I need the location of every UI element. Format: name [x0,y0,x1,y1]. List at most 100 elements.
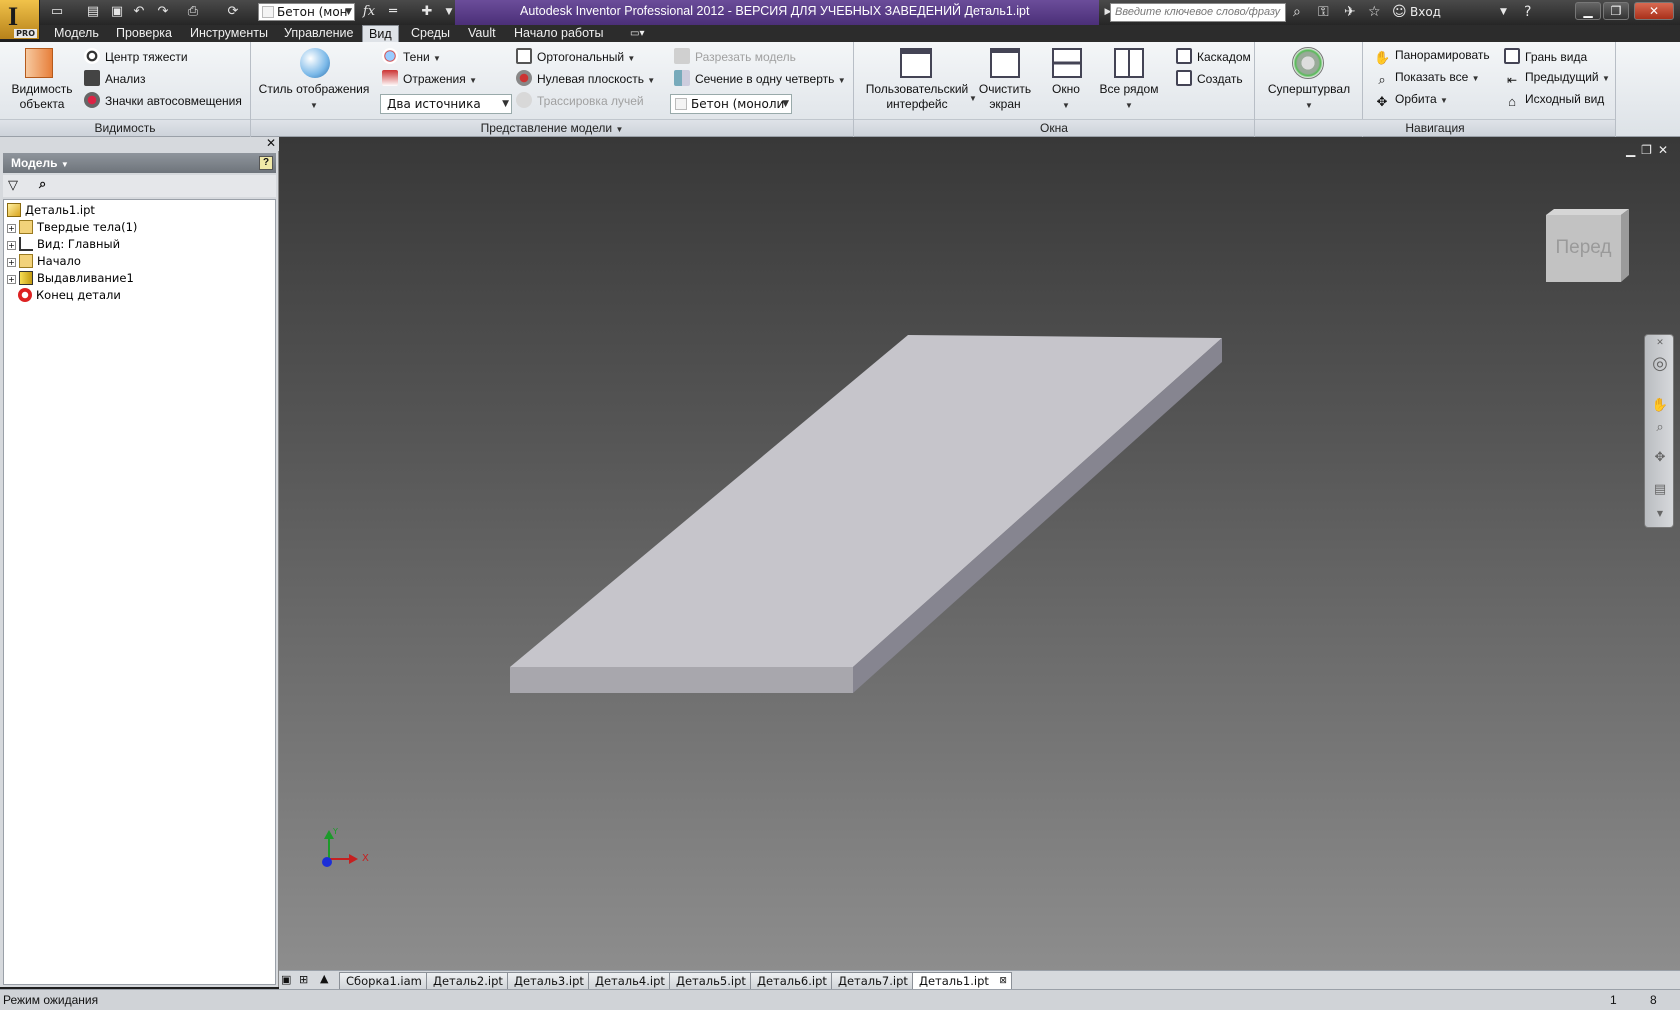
close-icon[interactable]: ✕ [1651,334,1669,352]
tab-inspect[interactable]: Проверка [114,25,174,42]
autodrop-icons-button[interactable]: Значки автосовмещения [84,92,242,108]
communication-icon[interactable]: ✈ [1344,4,1356,20]
shadows-button[interactable]: Тени ▼ [382,48,441,64]
model-plate[interactable] [279,137,1680,970]
binoculars-icon[interactable]: ⌕ [39,177,46,192]
cascade-windows-icon[interactable]: ▣ [281,973,291,986]
tab-vault[interactable]: Vault [466,25,498,42]
doc-tab[interactable]: Деталь2.ipt [426,972,510,989]
tree-node-origin[interactable]: + Начало [7,253,81,270]
customize-navbar-icon[interactable]: ▼ [1651,505,1669,523]
quarter-section-button[interactable]: Сечение в одну четверть ▼ [674,70,846,86]
tab-environments[interactable]: Среды [409,25,452,42]
previous-view-button[interactable]: ⇤ Предыдущий ▼ [1504,70,1610,88]
tree-node-solid-bodies[interactable]: + Твердые тела(1) [7,219,137,236]
steering-wheel-button[interactable]: Суперштурвал ▼ [1262,46,1356,118]
graphics-viewport[interactable]: ▁❐✕ Перед ✕ ◎ ✋ ⌕ ✥ ▤ ▼ X Y [279,137,1680,970]
expand-icon[interactable]: + [7,224,16,233]
visual-style-button[interactable]: Стиль отображения ▼ [256,46,372,118]
doc-tab[interactable]: Деталь3.ipt [507,972,591,989]
expand-icon[interactable]: + [7,241,16,250]
tab-view[interactable]: Вид [362,25,399,42]
close-button[interactable]: ✕ [1634,2,1674,20]
doc-tab-active[interactable]: Деталь1.ipt ⊠ [912,972,1012,989]
user-icon[interactable]: ☺ [1392,4,1407,20]
tree-node-end-of-part[interactable]: Конец детали [18,287,121,304]
chevron-up-icon[interactable]: ▲ [320,972,328,985]
close-icon[interactable]: ✕ [266,136,276,150]
help-icon[interactable]: ? [1524,4,1531,20]
expand-icon[interactable]: + [7,275,16,284]
tile-windows-icon[interactable]: ⊞ [299,973,308,986]
doc-tab[interactable]: Деталь6.ipt [750,972,834,989]
redo-icon[interactable]: ↷ [154,4,172,20]
subscription-icon[interactable]: ⚿ [1318,4,1329,20]
half-section-button[interactable]: Разрезать модель [674,48,796,64]
new-window-button[interactable]: Создать [1176,70,1243,86]
restore-button[interactable]: ❐ [1603,2,1629,20]
filter-icon[interactable]: ▽ [8,178,18,193]
favorites-icon[interactable]: ☆ [1368,4,1381,20]
search-input[interactable]: Введите ключевое слово/фразу [1110,3,1286,22]
analysis-button[interactable]: Анализ [84,70,146,86]
browser-header[interactable]: Модель ▼ ? [3,153,276,173]
appearance-dropdown[interactable]: Бетон (моноли ▼ [670,94,792,114]
pan-hand-icon[interactable]: ✋ [1651,397,1669,415]
tile-windows-button[interactable]: Все рядом ▼ [1096,46,1162,118]
cascade-button[interactable]: Каскадом [1176,48,1251,64]
ribbon-display-icon[interactable]: ▭▾ [628,25,646,42]
login-dropdown-icon[interactable]: ▼ [1500,4,1507,20]
measure-icon[interactable]: ═ [384,4,402,20]
look-at-icon[interactable]: ▤ [1651,481,1669,499]
update-icon[interactable]: ⟳ [224,4,242,20]
orbit-icon[interactable]: ✥ [1651,449,1669,467]
ground-plane-button[interactable]: Нулевая плоскость ▼ [516,70,655,86]
add-icon[interactable]: ✚ [418,4,436,20]
tree-node-label: Выдавливание1 [37,271,134,285]
tab-manage[interactable]: Управление [282,25,356,42]
save-icon[interactable]: ▣ [108,4,126,20]
center-of-gravity-button[interactable]: Центр тяжести [84,48,188,64]
pan-button[interactable]: ✋ Панорамировать [1374,48,1490,66]
tree-node-part[interactable]: Деталь1.ipt [7,202,95,219]
steering-wheel-icon[interactable]: ◎ [1651,355,1669,373]
expand-icon[interactable]: + [7,258,16,267]
print-icon[interactable]: ⎙ [184,4,202,20]
clean-screen-button[interactable]: Очистить экран [974,46,1036,118]
undo-icon[interactable]: ↶ [130,4,148,20]
doc-tab[interactable]: Деталь4.ipt [588,972,672,989]
lighting-style-dropdown[interactable]: Два источника ▼ [380,94,512,114]
tree-node-extrusion[interactable]: + Выдавливание1 [7,270,134,287]
zoom-icon[interactable]: ⌕ [1651,419,1669,437]
zoom-all-button[interactable]: ⌕ Показать все ▼ [1374,70,1479,88]
doc-tab[interactable]: Деталь5.ipt [669,972,753,989]
tab-get-started[interactable]: Начало работы [512,25,605,42]
tree-node-view[interactable]: + Вид: Главный [7,236,120,253]
window-switch-button[interactable]: Окно ▼ [1042,46,1090,118]
minimize-button[interactable]: ▁ [1575,2,1601,20]
doc-tab[interactable]: Сборка1.iam [339,972,429,989]
customize-qat-icon[interactable]: ▼ [440,4,458,20]
open-file-icon[interactable]: ▤ [84,4,102,20]
appearance-swatch [675,98,687,110]
tab-model[interactable]: Модель [52,25,101,42]
tab-tools[interactable]: Инструменты [188,25,270,42]
login-button[interactable]: Вход [1410,5,1441,19]
new-file-icon[interactable]: ▭ [48,4,66,20]
application-menu-button[interactable]: I PRO [0,0,40,40]
look-at-button[interactable]: Грань вида [1504,48,1587,64]
doc-tab[interactable]: Деталь7.ipt [831,972,915,989]
binoculars-icon[interactable]: ⌕ [1293,4,1301,20]
user-interface-button[interactable]: Пользовательский интерфейс [862,46,972,118]
ray-tracing-button[interactable]: Трассировка лучей [516,92,644,108]
home-view-button[interactable]: ⌂ Исходный вид [1504,92,1604,110]
help-icon[interactable]: ? [259,156,273,170]
orthographic-button[interactable]: Ортогональный ▼ [516,48,635,64]
viewcube[interactable]: Перед [1544,209,1629,282]
parameters-icon[interactable]: f𝑥 [360,4,378,20]
material-dropdown[interactable]: Бетон (мон ▼ [258,3,355,21]
object-visibility-button[interactable]: Видимость объекта [8,46,76,118]
close-icon[interactable]: ⊠ [999,973,1007,989]
orbit-button[interactable]: ✥ Орбита ▼ [1374,92,1448,110]
reflections-button[interactable]: Отражения ▼ [382,70,477,86]
